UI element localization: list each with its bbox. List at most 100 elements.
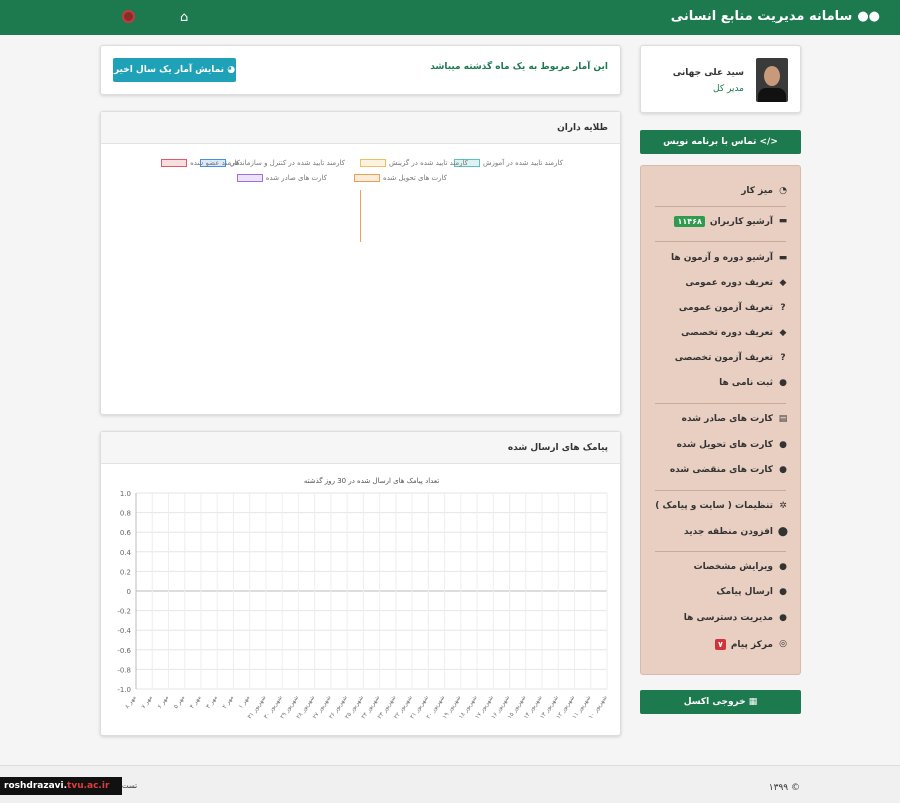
user-clock-icon: ● — [779, 464, 787, 475]
sidebar-item[interactable]: ● کارت های تحویل شده — [677, 440, 788, 450]
divider — [655, 241, 786, 242]
book-reader-icon: ◆ — [779, 327, 787, 338]
users-icon: ●● — [857, 9, 880, 24]
legend-swatch — [354, 174, 381, 182]
dashboard-icon: ◔ — [779, 185, 787, 196]
profile-role: مدیر کل — [713, 84, 744, 94]
excel-export-button[interactable]: ▦ خروجی اکسل — [640, 690, 801, 714]
show-yearly-stats-button[interactable]: ◕ نمایش آمار یک سال اخیر — [113, 58, 236, 82]
sidebar-item-label: تعریف آزمون عمومی — [678, 303, 773, 313]
sidebar-item-label: آرشیو دوره و آزمون ها — [670, 253, 773, 263]
sidebar-item-label: ثبت نامی ها — [719, 378, 773, 388]
sidebar-item-label: تعریف دوره تخصصی — [681, 328, 773, 338]
x-tick-label: ۲ مهر — [221, 694, 235, 710]
x-tick-label: ۵ مهر — [172, 694, 186, 710]
app-brand[interactable]: ●● سامانه مدیریت منابع انسانی — [671, 9, 880, 24]
sidebar-item[interactable]: ● ویرایش مشخصات — [694, 562, 788, 572]
map-marker-icon: ⬤ — [777, 526, 788, 537]
contact-developer-button[interactable]: </> تماس با برنامه نویس — [640, 130, 801, 154]
sidebar-item[interactable]: ▬ آرشیو دوره و آزمون ها — [671, 253, 788, 263]
sidebar-item[interactable]: ? تعریف آزمون تخصصی — [675, 353, 788, 363]
sidebar-item-label: کارت های منقضی شده — [669, 465, 773, 475]
legend-item[interactable]: کارت های تحویل شده — [354, 174, 447, 182]
comment-icon: ● — [779, 586, 787, 597]
x-tick-label: ۳ مهر — [205, 694, 219, 710]
legend-label: کارت های تحویل شده — [383, 174, 447, 182]
legend-swatch — [360, 159, 387, 167]
sidebar-item[interactable]: ▤ کارت های صادر شده — [682, 414, 788, 424]
x-tick-label: ۶ مهر — [156, 694, 170, 710]
home-icon[interactable]: ⌂ — [180, 10, 188, 25]
y-tick-label: 0.8 — [120, 510, 131, 518]
sidebar-item-label: کارت های تحویل شده — [676, 440, 773, 450]
y-tick-label: 0 — [127, 588, 131, 596]
sidebar-item[interactable]: ? تعریف آزمون عمومی — [679, 303, 788, 313]
legend-item[interactable]: کارمند تایید شده در آموزش — [453, 159, 563, 167]
y-tick-label: -0.6 — [117, 647, 131, 655]
notice-card: این آمار مربوط به یک ماه گذشته میباشد ◕ … — [100, 45, 621, 95]
legend-label: کارمند تایید شده در آموزش — [482, 159, 563, 167]
legend-label: کارت های صادر شده — [265, 174, 327, 182]
y-tick-label: -0.2 — [117, 608, 131, 616]
users-cog-icon: ● — [779, 612, 787, 623]
sidebar-item[interactable]: ● کارت های منقضی شده — [670, 465, 788, 475]
sidebar-item[interactable]: ● ثبت نامی ها — [719, 378, 788, 388]
sidebar-item-label: میز کار — [741, 186, 773, 196]
sidebar-item[interactable]: ● ارسال پیامک — [716, 587, 788, 597]
divider — [655, 490, 786, 491]
user-edit-icon: ● — [779, 561, 787, 572]
y-tick-label: 0.2 — [120, 568, 131, 576]
chart-title: تعداد پیامک های ارسال شده در 30 روز گذشت… — [304, 476, 439, 485]
x-tick-label: ۴ مهر — [189, 694, 203, 710]
footer-left-text: تست — [122, 782, 138, 790]
sidebar-item-label: افزودن منطقه جدید — [684, 527, 773, 537]
chart-pie-icon: ◕ — [227, 65, 236, 75]
y-tick-label: 1.0 — [120, 490, 131, 498]
legend-label: کارمند تایید شده در کنترل و سازماندهی — [229, 159, 345, 167]
sidebar-item[interactable]: ▬ آرشیو کاربران ۱۱۴۶۸ — [674, 216, 788, 227]
sidebar-item[interactable]: ● مدیریت دسترسی ها — [684, 613, 788, 623]
archive-icon: ▬ — [778, 252, 788, 263]
sidebar-menu: ◔ میز کار ▬ آرشیو کاربران ۱۱۴۶۸ ▬ آرشیو دوره و… — [640, 165, 801, 675]
users-icon: ● — [779, 377, 787, 388]
legend-item[interactable]: کارمند عضو شده — [161, 159, 240, 167]
notice-text: این آمار مربوط به یک ماه گذشته میباشد — [430, 62, 608, 72]
y-tick-label: -0.4 — [117, 627, 131, 635]
y-tick-label: 0.6 — [120, 529, 132, 537]
profile-card: سید علی جهانی مدیر کل — [640, 45, 801, 113]
sidebar-item[interactable]: ◔ میز کار — [741, 186, 788, 196]
sidebar-item[interactable]: ◎ مرکز پیام ۷ — [714, 639, 788, 650]
user-lock-icon: ● — [779, 439, 787, 450]
file-excel-icon: ▦ — [748, 697, 758, 707]
sidebar-item[interactable]: ◆ تعریف دوره تخصصی — [681, 328, 788, 338]
y-tick-label: -1.0 — [117, 686, 131, 694]
y-tick-label: 0.4 — [120, 549, 132, 557]
question-circle-icon: ? — [780, 352, 786, 363]
sidebar-item[interactable]: ⬤ افزودن منطقه جدید — [684, 527, 788, 537]
archive-icon: ▬ — [778, 216, 788, 226]
holders-panel: طلایه داران کارمند تایید شده در آموزش کار… — [100, 111, 621, 415]
top-navbar: ●● سامانه مدیریت منابع انسانی ⌂ — [0, 0, 900, 35]
sidebar-item-label: مدیریت دسترسی ها — [683, 613, 773, 623]
sidebar-item[interactable]: ✲ تنظیمات ( سایت و پیامک ) — [655, 501, 788, 511]
sidebar-item-label: مرکز پیام — [730, 639, 773, 650]
copyright-text: © ۱۳۹۹ — [768, 783, 800, 793]
sidebar-item[interactable]: ◆ تعریف دوره عمومی — [685, 278, 788, 288]
id-card-icon: ▤ — [778, 413, 788, 424]
legend-label: کارمند عضو شده — [190, 159, 240, 167]
sidebar-item-label: ویرایش مشخصات — [693, 562, 773, 572]
divider — [655, 551, 786, 552]
divider — [655, 403, 786, 404]
legend-item[interactable]: کارت های صادر شده — [236, 174, 327, 182]
y-tick-label: -0.8 — [117, 666, 131, 674]
legend-item[interactable]: کارمند تایید شده در گزینش — [360, 159, 468, 167]
question-circle-icon: ? — [780, 302, 786, 313]
site-watermark: roshdrazavi.tvu.ac.ir — [0, 777, 122, 795]
avatar — [756, 58, 788, 102]
power-icon[interactable] — [122, 10, 135, 23]
legend-label: کارمند تایید شده در گزینش — [389, 159, 468, 167]
legend-swatch — [236, 174, 263, 182]
count-badge: ۷ — [714, 639, 726, 650]
app-title: سامانه مدیریت منابع انسانی — [670, 9, 853, 24]
x-tick-label: ۱ مهر — [237, 694, 251, 710]
